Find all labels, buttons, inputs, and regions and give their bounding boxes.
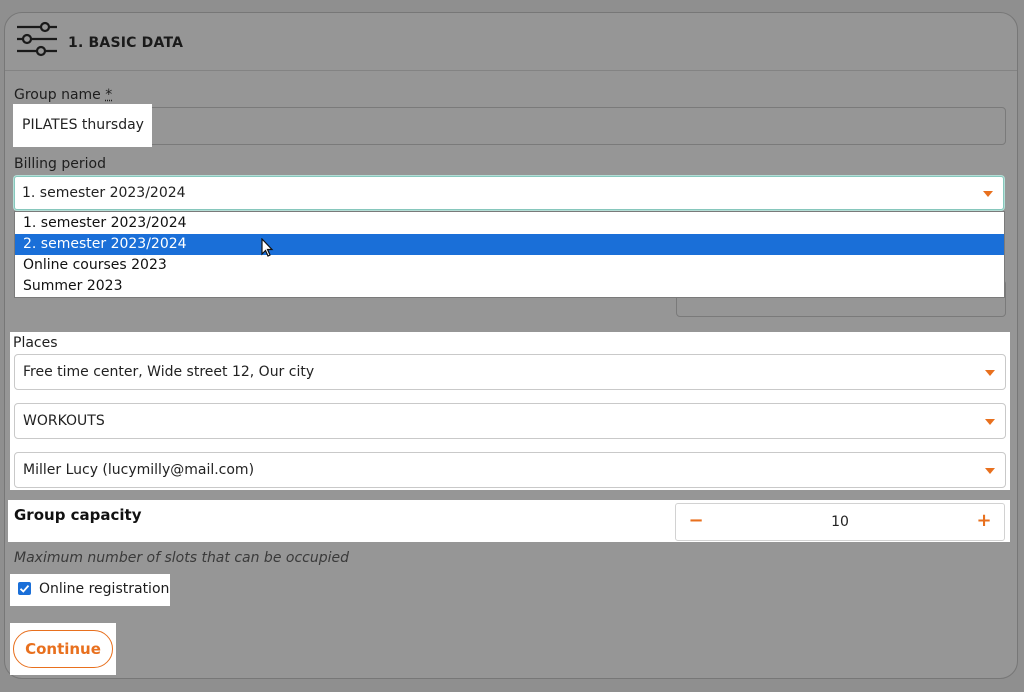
billing-period-select[interactable]: 1. semester 2023/2024 xyxy=(14,176,1004,210)
sliders-icon xyxy=(17,21,57,57)
places-section: Places Free time center, Wide street 12,… xyxy=(10,332,1010,490)
capacity-hint: Maximum number of slots that can be occu… xyxy=(14,550,349,566)
online-registration-label: Online registration xyxy=(39,581,170,597)
group-name-label: Group name * xyxy=(14,87,113,103)
group-name-field-frame xyxy=(14,107,1006,145)
billing-period-value: 1. semester 2023/2024 xyxy=(22,185,186,201)
required-mark: * xyxy=(105,87,113,103)
capacity-label: Group capacity xyxy=(14,506,142,524)
mouse-pointer-icon xyxy=(261,238,274,257)
dropdown-option[interactable]: 1. semester 2023/2024 xyxy=(15,213,1004,234)
chevron-down-icon xyxy=(983,191,993,197)
instructor-select[interactable]: Miller Lucy (lucymilly@mail.com) xyxy=(14,452,1006,488)
category-value: WORKOUTS xyxy=(23,413,105,429)
capacity-stepper: − 10 + xyxy=(675,503,1005,541)
chevron-down-icon xyxy=(985,468,995,474)
places-label: Places xyxy=(13,335,58,351)
place-value: Free time center, Wide street 12, Our ci… xyxy=(23,364,315,380)
billing-period-dropdown: 1. semester 2023/2024 2. semester 2023/2… xyxy=(14,211,1005,298)
section-header: 1. BASIC DATA xyxy=(5,13,1017,71)
dropdown-option-highlighted[interactable]: 2. semester 2023/2024 xyxy=(15,234,1004,255)
billing-period-label: Billing period xyxy=(14,156,106,172)
chevron-down-icon xyxy=(985,419,995,425)
dropdown-option[interactable]: Summer 2023 xyxy=(15,276,1004,297)
check-icon xyxy=(19,585,30,593)
section-title: 1. BASIC DATA xyxy=(68,35,184,51)
online-registration-checkbox[interactable] xyxy=(18,582,31,595)
instructor-value: Miller Lucy (lucymilly@mail.com) xyxy=(23,462,255,478)
dropdown-option[interactable]: Online courses 2023 xyxy=(15,255,1004,276)
category-select[interactable]: WORKOUTS xyxy=(14,403,1006,439)
increment-button[interactable]: + xyxy=(966,504,1002,540)
group-name-value: PILATES thursday xyxy=(22,117,144,133)
online-registration-option: Online registration xyxy=(10,574,170,606)
capacity-value[interactable]: 10 xyxy=(716,504,964,540)
chevron-down-icon xyxy=(985,370,995,376)
place-select[interactable]: Free time center, Wide street 12, Our ci… xyxy=(14,354,1006,390)
continue-button[interactable]: Continue xyxy=(13,630,113,668)
decrement-button[interactable]: − xyxy=(678,504,714,540)
group-name-input[interactable]: PILATES thursday xyxy=(13,104,152,147)
continue-area: Continue xyxy=(10,623,116,675)
